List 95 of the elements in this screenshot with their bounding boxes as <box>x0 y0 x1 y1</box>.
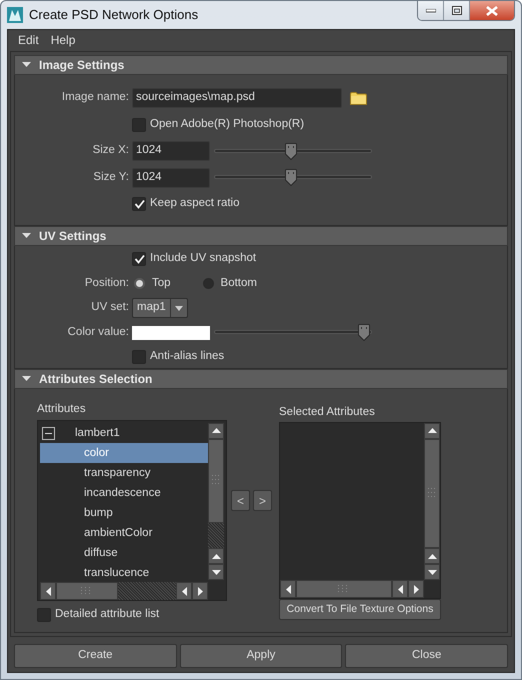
scrollbar[interactable] <box>208 423 224 524</box>
radio-button[interactable] <box>134 278 145 289</box>
arrow-up-icon <box>428 554 436 559</box>
field-label: UV set: <box>90 300 130 316</box>
arrow-down-icon <box>212 570 220 575</box>
tree-item[interactable]: bump <box>40 503 208 524</box>
checkmark-icon <box>134 199 144 209</box>
field-label: Size X: <box>92 143 130 158</box>
scroll-left-button[interactable] <box>40 582 56 600</box>
number-field[interactable]: 1024 <box>132 168 210 188</box>
folder-icon[interactable] <box>350 92 367 104</box>
menu-item[interactable]: Edit <box>12 31 45 49</box>
checkbox[interactable] <box>132 350 146 364</box>
move-button[interactable]: < <box>231 490 250 511</box>
caret-icon <box>22 60 31 70</box>
arrow-left-icon <box>398 584 403 594</box>
slider-thumb[interactable] <box>285 142 298 160</box>
scroll-left-button[interactable] <box>176 582 192 600</box>
menu-item[interactable]: Help <box>44 31 82 49</box>
checkbox[interactable] <box>132 118 146 132</box>
radio-button[interactable] <box>202 278 214 289</box>
checkbox-label: Detailed attribute list <box>55 607 160 622</box>
section-header[interactable]: Attributes Selection <box>14 369 508 389</box>
scroll-thumb[interactable] <box>208 439 224 524</box>
tree-item[interactable]: incandescence <box>40 483 208 504</box>
arrow-right-icon <box>198 586 203 596</box>
checkbox-label: Include UV snapshot <box>150 251 256 266</box>
dialog-button[interactable]: Close <box>345 644 508 668</box>
dropdown[interactable]: map1 <box>132 298 188 318</box>
dialog-button[interactable]: Create <box>14 644 177 668</box>
scroll-thumb[interactable] <box>56 582 118 600</box>
scroll-left-button[interactable] <box>280 580 296 598</box>
scroll-left-button[interactable] <box>392 580 408 598</box>
text-field[interactable]: sourceimages\map.psd <box>132 88 342 108</box>
close-button[interactable] <box>470 1 514 20</box>
radio-label: Top <box>152 276 171 291</box>
scrollbar[interactable] <box>280 580 424 598</box>
convert-button[interactable]: Convert To File Texture Options <box>279 599 441 620</box>
radio-label: Bottom <box>220 276 257 291</box>
move-button[interactable]: > <box>253 490 272 511</box>
caret-icon <box>22 374 31 384</box>
tree-item[interactable]: lambert1 <box>75 424 120 442</box>
scroll-up-button[interactable] <box>424 548 440 564</box>
scroll-up-button[interactable] <box>208 548 224 564</box>
color-swatch[interactable] <box>132 326 210 340</box>
caret-icon <box>174 306 183 310</box>
minimize-icon <box>426 8 436 12</box>
scroll-down-button[interactable] <box>208 564 224 580</box>
close-icon <box>486 6 498 16</box>
collapse-icon[interactable] <box>42 426 55 440</box>
tree-item[interactable]: ambientColor <box>40 523 208 544</box>
section-header[interactable]: Image Settings <box>14 55 508 75</box>
checkbox[interactable] <box>132 252 146 266</box>
arrow-up-icon <box>212 428 220 434</box>
maximize-button[interactable] <box>444 1 470 20</box>
arrow-down-icon <box>428 570 436 575</box>
arrow-up-icon <box>212 554 220 559</box>
app-icon <box>7 7 23 23</box>
scroll-up-button[interactable] <box>208 423 224 440</box>
slider-thumb[interactable] <box>358 324 370 341</box>
arrow-right-icon <box>414 584 419 594</box>
scroll-right-button[interactable] <box>408 580 424 598</box>
slider-thumb[interactable] <box>285 169 298 186</box>
maximize-icon <box>452 6 462 15</box>
field-label: Size Y: <box>92 170 130 185</box>
arrow-left-icon <box>182 586 187 596</box>
tree-item[interactable]: diffuse <box>40 543 208 564</box>
dialog-button[interactable]: Apply <box>180 644 342 668</box>
checkbox[interactable] <box>37 608 51 622</box>
section-header[interactable]: UV Settings <box>14 226 508 246</box>
scroll-up-button[interactable] <box>424 423 440 440</box>
tree-item[interactable]: translucence <box>40 563 208 580</box>
arrow-left-icon <box>46 586 50 596</box>
caret-icon <box>22 232 31 240</box>
list-label: Selected Attributes <box>279 405 376 420</box>
minimize-button[interactable] <box>418 1 444 20</box>
tree-item[interactable]: color <box>40 443 208 464</box>
field-label: Position: <box>84 276 130 291</box>
scroll-right-button[interactable] <box>192 582 208 600</box>
scroll-thumb[interactable] <box>296 580 392 598</box>
number-field[interactable]: 1024 <box>132 141 210 161</box>
window-title: Create PSD Network Options <box>29 6 198 24</box>
tree-item[interactable]: transparency <box>40 463 208 484</box>
scroll-down-button[interactable] <box>424 564 440 580</box>
checkbox-label: Open Adobe(R) Photoshop(R) <box>150 116 304 132</box>
checkbox-label: Anti-alias lines <box>150 349 224 364</box>
field-label: Color value: <box>66 324 130 340</box>
checkmark-icon <box>134 254 144 264</box>
checkbox[interactable] <box>132 197 146 211</box>
field-label: Image name: <box>60 90 130 106</box>
checkbox-label: Keep aspect ratio <box>150 196 240 212</box>
arrow-left-icon <box>286 584 290 594</box>
list-label: Attributes <box>37 402 87 417</box>
scrollbar[interactable] <box>40 582 208 600</box>
arrow-up-icon <box>428 428 436 434</box>
